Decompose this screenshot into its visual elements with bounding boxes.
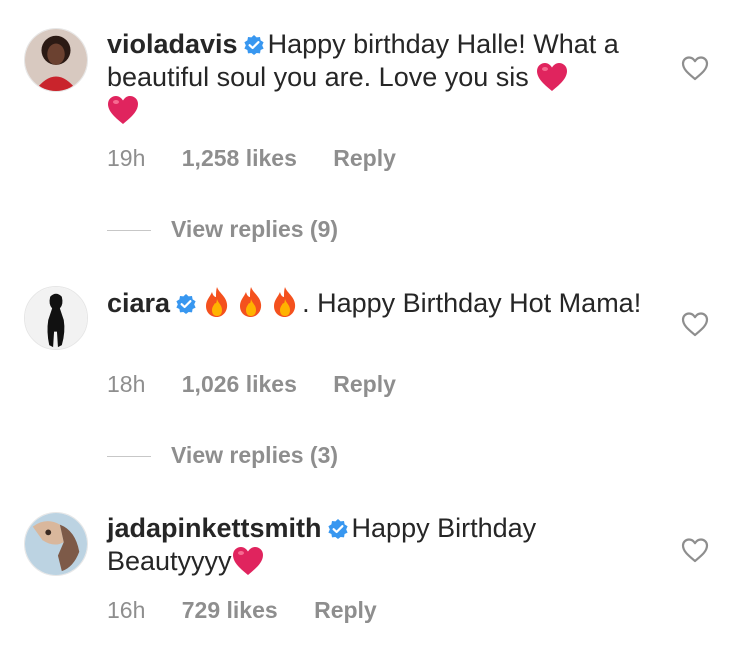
- heart-outline-icon[interactable]: [681, 55, 709, 81]
- likes-count[interactable]: 1,026 likes: [182, 371, 297, 397]
- view-replies-button[interactable]: View replies (3): [107, 442, 338, 469]
- replies-divider: [107, 456, 151, 458]
- username[interactable]: violadavis: [107, 29, 238, 59]
- comment-time: 16h: [107, 597, 146, 623]
- comment-body: . Happy Birthday Hot Mama!: [302, 288, 642, 318]
- heart-outline-icon[interactable]: [681, 311, 709, 337]
- likes-count[interactable]: 729 likes: [182, 597, 278, 623]
- fire-emoji-icon: [200, 286, 234, 318]
- replies-divider: [107, 230, 151, 232]
- username[interactable]: ciara: [107, 288, 170, 318]
- fire-emoji-icon: [268, 286, 302, 318]
- reply-button[interactable]: Reply: [333, 145, 396, 171]
- comment-time: 18h: [107, 371, 146, 397]
- comment-text: ciara . Happy Birthday Hot Mama!: [107, 286, 647, 320]
- comment-text: violadavis Happy birthday Halle! What a b…: [107, 28, 647, 127]
- view-replies-button[interactable]: View replies (9): [107, 216, 338, 243]
- comment-meta: 16h 729 likes Reply: [107, 597, 407, 624]
- heart-emoji-icon: [232, 546, 264, 576]
- heart-emoji-icon: [536, 62, 568, 92]
- verified-badge-icon: [243, 35, 264, 55]
- fire-emoji-icon: [234, 286, 268, 318]
- likes-count[interactable]: 1,258 likes: [182, 145, 297, 171]
- reply-button[interactable]: Reply: [333, 371, 396, 397]
- avatar[interactable]: [24, 28, 88, 92]
- avatar[interactable]: [24, 512, 88, 576]
- verified-badge-icon: [176, 294, 196, 314]
- comment-text: jadapinkettsmith Happy Birthday Beautyyyy: [107, 512, 647, 578]
- view-replies-label: View replies (9): [171, 216, 339, 242]
- view-replies-label: View replies (3): [171, 442, 339, 468]
- heart-outline-icon[interactable]: [681, 537, 709, 563]
- avatar[interactable]: [24, 286, 88, 350]
- verified-badge-icon: [327, 519, 348, 539]
- comment-meta: 19h 1,258 likes Reply: [107, 145, 426, 172]
- reply-button[interactable]: Reply: [314, 597, 377, 623]
- comment-time: 19h: [107, 145, 146, 171]
- username[interactable]: jadapinkettsmith: [107, 513, 322, 543]
- heart-emoji-icon: [107, 95, 139, 125]
- comment-meta: 18h 1,026 likes Reply: [107, 371, 426, 398]
